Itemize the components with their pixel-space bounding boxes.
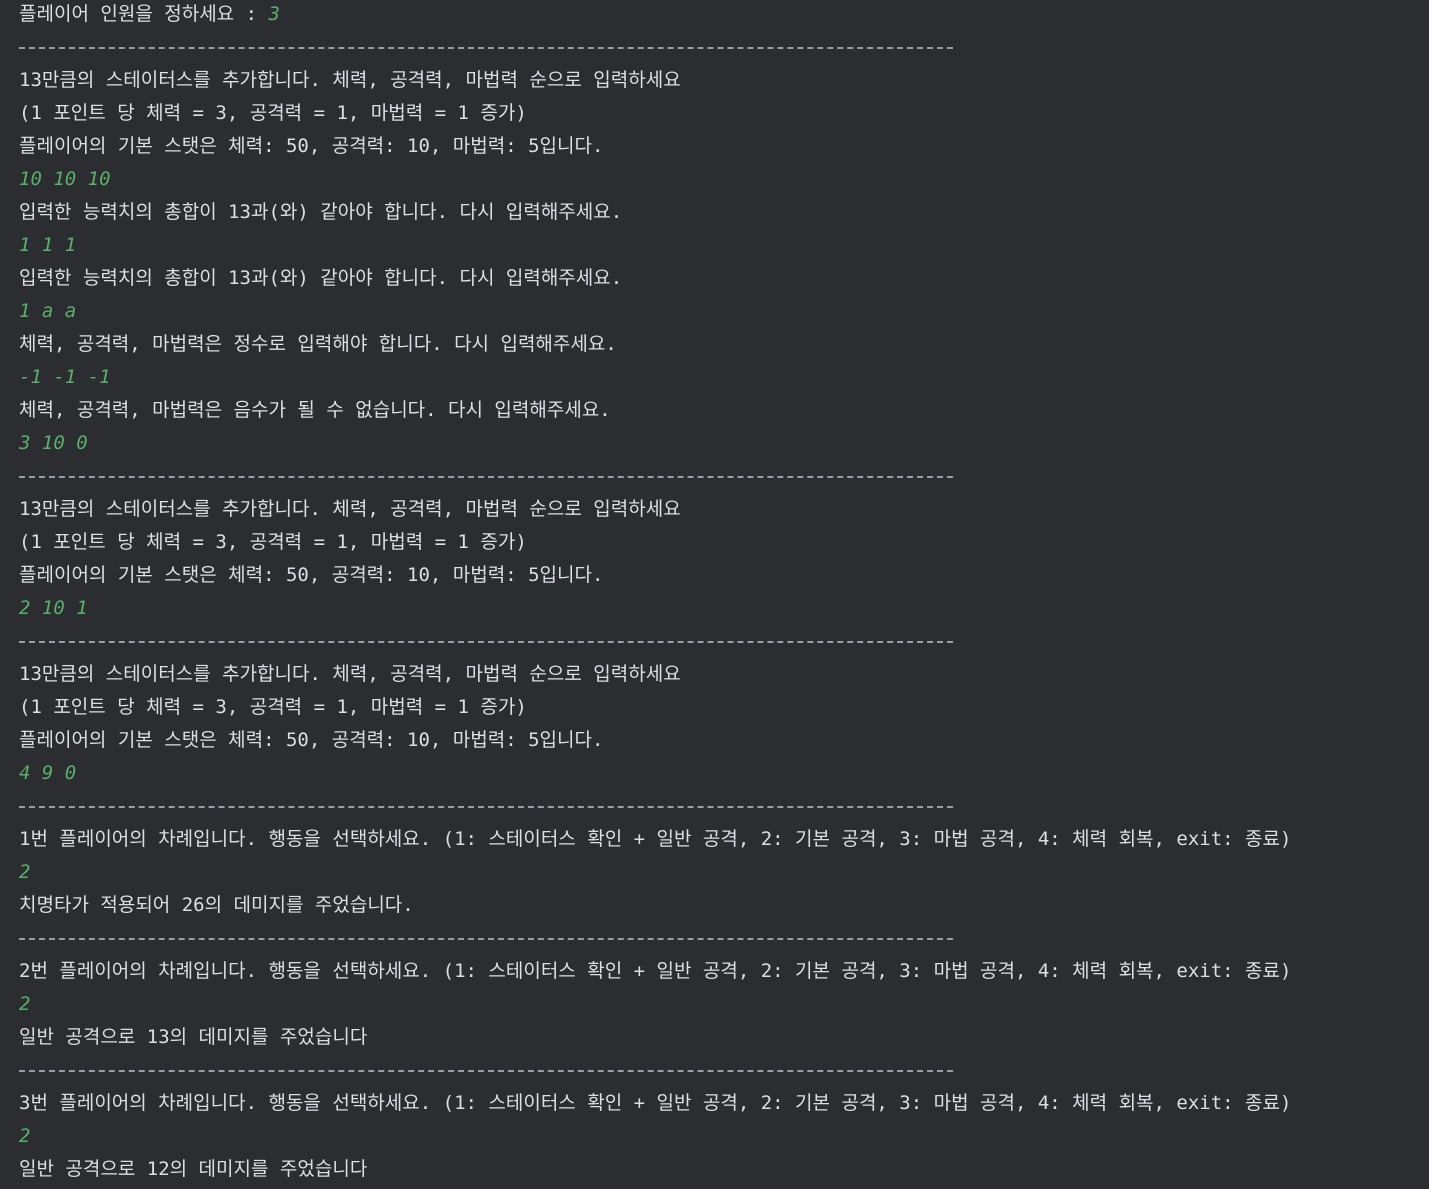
- console-output-line: 1번 플레이어의 차례입니다. 행동을 선택하세요. (1: 스테이터스 확인 …: [19, 823, 1291, 856]
- user-input-text: 1 a a: [19, 300, 77, 322]
- console-output-line: 체력, 공격력, 마법력은 정수로 입력해야 합니다. 다시 입력해주세요.: [19, 328, 617, 361]
- console-output-line: 13만큼의 스테이터스를 추가합니다. 체력, 공격력, 마법력 순으로 입력하…: [19, 658, 681, 691]
- output-text: 일반 공격으로 13의 데미지를 주었습니다: [19, 1026, 368, 1048]
- output-text: 일반 공격으로 12의 데미지를 주었습니다: [19, 1158, 368, 1180]
- console-output-line: 일반 공격으로 12의 데미지를 주었습니다: [19, 1153, 367, 1186]
- user-input-text: -1 -1 -1: [19, 366, 111, 388]
- console-output-line: 플레이어의 기본 스탯은 체력: 50, 공격력: 10, 마법력: 5입니다.: [19, 130, 603, 163]
- separator-line: [19, 1070, 953, 1072]
- console-input-line: 2: [19, 988, 30, 1021]
- output-text: (1 포인트 당 체력 = 3, 공격력 = 1, 마법력 = 1 증가): [19, 531, 527, 553]
- output-text: 플레이어의 기본 스탯은 체력: 50, 공격력: 10, 마법력: 5입니다.: [19, 729, 604, 751]
- console-output-line: (1 포인트 당 체력 = 3, 공격력 = 1, 마법력 = 1 증가): [19, 97, 527, 130]
- output-text: 13만큼의 스테이터스를 추가합니다. 체력, 공격력, 마법력 순으로 입력하…: [19, 498, 681, 520]
- user-input-text: 3 10 0: [19, 432, 88, 454]
- output-text: (1 포인트 당 체력 = 3, 공격력 = 1, 마법력 = 1 증가): [19, 696, 527, 718]
- console-input-line: 1 1 1: [19, 229, 76, 262]
- console-output-line: 입력한 능력치의 총합이 13과(와) 같아야 합니다. 다시 입력해주세요.: [19, 196, 622, 229]
- console-input-line: 3 10 0: [19, 427, 88, 460]
- output-text: 체력, 공격력, 마법력은 음수가 될 수 없습니다. 다시 입력해주세요.: [19, 399, 611, 421]
- console-input-line: 2: [19, 1120, 30, 1153]
- output-text: 1번 플레이어의 차례입니다. 행동을 선택하세요. (1: 스테이터스 확인 …: [19, 828, 1292, 850]
- console-output-line: (1 포인트 당 체력 = 3, 공격력 = 1, 마법력 = 1 증가): [19, 526, 527, 559]
- output-text: 13만큼의 스테이터스를 추가합니다. 체력, 공격력, 마법력 순으로 입력하…: [19, 663, 681, 685]
- output-text: 2번 플레이어의 차례입니다. 행동을 선택하세요. (1: 스테이터스 확인 …: [19, 960, 1292, 982]
- console-output-line: 2번 플레이어의 차례입니다. 행동을 선택하세요. (1: 스테이터스 확인 …: [19, 955, 1291, 988]
- console-output-line: 3번 플레이어의 차례입니다. 행동을 선택하세요. (1: 스테이터스 확인 …: [19, 1087, 1291, 1120]
- console-output[interactable]: 플레이어 인원을 정하세요 : 3 13만큼의 스테이터스를 추가합니다. 체력,…: [0, 0, 1429, 1189]
- output-text: 플레이어의 기본 스탯은 체력: 50, 공격력: 10, 마법력: 5입니다.: [19, 135, 604, 157]
- user-input-text: 2: [19, 993, 31, 1015]
- console-input-line: 1 a a: [19, 295, 76, 328]
- user-input-text: 2: [19, 1125, 31, 1147]
- user-input-text: 1 1 1: [19, 234, 77, 256]
- separator-line: [19, 47, 953, 49]
- console-output-line: 치명타가 적용되어 26의 데미지를 주었습니다.: [19, 889, 414, 922]
- output-text: 체력, 공격력, 마법력은 정수로 입력해야 합니다. 다시 입력해주세요.: [19, 333, 617, 355]
- separator-line: [19, 806, 953, 808]
- console-input-line: -1 -1 -1: [19, 361, 111, 394]
- output-text: (1 포인트 당 체력 = 3, 공격력 = 1, 마법력 = 1 증가): [19, 102, 527, 124]
- separator-line: [19, 476, 953, 478]
- console-output-line: 플레이어의 기본 스탯은 체력: 50, 공격력: 10, 마법력: 5입니다.: [19, 724, 603, 757]
- output-text: 플레이어 인원을 정하세요 :: [19, 3, 269, 25]
- user-input-text: 2 10 1: [19, 597, 88, 619]
- console-input-line: 10 10 10: [19, 163, 111, 196]
- console-input-line: 2: [19, 856, 30, 889]
- console-output-line: 일반 공격으로 13의 데미지를 주었습니다: [19, 1021, 367, 1054]
- separator-line: [19, 938, 953, 940]
- console-output-line: 13만큼의 스테이터스를 추가합니다. 체력, 공격력, 마법력 순으로 입력하…: [19, 64, 681, 97]
- user-input-text: 2: [19, 861, 31, 883]
- separator-line: [19, 641, 953, 643]
- console-output-line: 13만큼의 스테이터스를 추가합니다. 체력, 공격력, 마법력 순으로 입력하…: [19, 493, 681, 526]
- output-text: 입력한 능력치의 총합이 13과(와) 같아야 합니다. 다시 입력해주세요.: [19, 201, 623, 223]
- console-output-line: 플레이어의 기본 스탯은 체력: 50, 공격력: 10, 마법력: 5입니다.: [19, 559, 603, 592]
- console-input-line: 2 10 1: [19, 592, 88, 625]
- output-text: 3번 플레이어의 차례입니다. 행동을 선택하세요. (1: 스테이터스 확인 …: [19, 1092, 1292, 1114]
- console-output-line: 체력, 공격력, 마법력은 음수가 될 수 없습니다. 다시 입력해주세요.: [19, 394, 611, 427]
- output-text: 입력한 능력치의 총합이 13과(와) 같아야 합니다. 다시 입력해주세요.: [19, 267, 623, 289]
- output-text: 13만큼의 스테이터스를 추가합니다. 체력, 공격력, 마법력 순으로 입력하…: [19, 69, 681, 91]
- user-input-text: 4 9 0: [19, 762, 77, 784]
- output-text: 플레이어의 기본 스탯은 체력: 50, 공격력: 10, 마법력: 5입니다.: [19, 564, 604, 586]
- console-input-line: 4 9 0: [19, 757, 76, 790]
- console-output-line: (1 포인트 당 체력 = 3, 공격력 = 1, 마법력 = 1 증가): [19, 691, 527, 724]
- console-output-line: 플레이어 인원을 정하세요 : 3: [19, 0, 280, 31]
- output-text: 치명타가 적용되어 26의 데미지를 주었습니다.: [19, 894, 414, 916]
- user-input-text: 10 10 10: [19, 168, 111, 190]
- console-output-line: 입력한 능력치의 총합이 13과(와) 같아야 합니다. 다시 입력해주세요.: [19, 262, 622, 295]
- user-input-text: 3: [268, 3, 280, 25]
